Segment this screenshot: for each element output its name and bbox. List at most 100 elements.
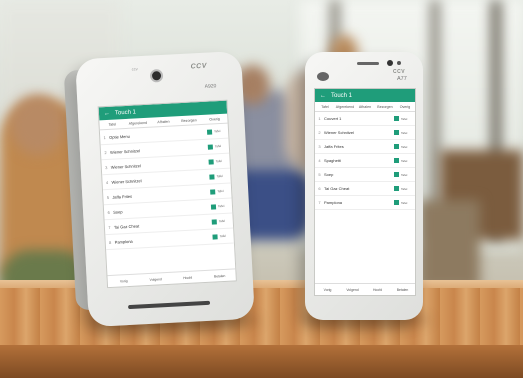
sensor-dot [397,61,401,65]
checkbox-icon[interactable] [206,128,213,135]
checkbox-icon[interactable] [209,173,215,180]
row-item-name: Optie Menu [109,133,130,140]
tab-tafel[interactable]: Tafel [315,105,335,109]
row-item-name: Spaghetti [324,158,341,163]
checkbox-icon[interactable] [394,158,399,163]
camera-lens [387,60,393,66]
row-tag: Tafel [217,188,224,194]
prev-button[interactable]: Vorig [108,278,140,284]
brand-logo: CCV [190,62,208,71]
order-row[interactable]: 4 Spaghetti Tafel [315,154,415,168]
row-item-name: Tai Gaz Cheat [113,222,140,230]
row-item-name: Tai Gaz Cheat [324,186,350,191]
order-row[interactable]: 1 Couvert 1 Tafel [315,112,415,126]
back-arrow-icon[interactable]: ← [104,110,110,116]
tab-bar: Tafel Afgerekend Afhalen Bezorgen Overig [315,102,415,112]
app-bar: ← Touch 1 [315,89,415,102]
row-number: 1 [318,116,321,121]
order-row[interactable]: 7 Pamplona Tafel [315,196,415,210]
row-item-name: Wiener Schnitzel [111,177,142,185]
row-tag: Tafel [401,172,408,177]
tab-overig[interactable]: Overig [395,105,415,109]
row-number: 7 [108,224,111,230]
background-chair [420,200,480,290]
checkbox-icon[interactable] [210,188,216,195]
cafe-scene: ccv CCV A920 ← Touch 1 Tafel Afgerekend … [0,0,523,378]
pay-button[interactable]: Betalen [390,288,415,292]
model-label: A920 [204,83,217,90]
checkbox-icon[interactable] [207,143,213,150]
prev-button[interactable]: Vorig [315,288,340,292]
bottom-bar: Vorig Volgend Hoofd Betalen [107,268,236,288]
tab-afhalen[interactable]: Afhalen [355,105,375,109]
row-tag: Tafel [217,203,225,209]
row-tag: Tafel [218,218,226,224]
row-tag: Tafel [215,158,223,164]
row-item-name: Jaffa Frites [112,193,133,200]
checkbox-icon[interactable] [394,116,399,121]
order-row[interactable]: 3 Jaffa Frites Tafel [315,140,415,154]
row-number: 7 [318,200,321,205]
tab-afgerekend[interactable]: Afgerekend [335,105,355,109]
row-item-name: Wiener Schnitzel [110,162,141,170]
tab-afhalen[interactable]: Afhalen [151,119,177,124]
row-item-name: Pamplona [324,200,343,205]
checkbox-icon[interactable] [208,158,214,165]
order-row[interactable]: 5 Soep Tafel [315,168,415,182]
row-tag: Tafel [401,116,408,121]
terminal-screen: ← Touch 1 Tafel Afgerekend Afhalen Bezor… [314,88,416,296]
logo-icon [317,72,329,81]
row-tag: Tafel [213,129,221,134]
model-label: A77 [397,76,407,82]
row-number: 2 [104,149,107,155]
row-tag: Tafel [401,200,408,205]
speaker-grille [357,62,379,65]
row-item-name: Wiener Schnitzel [109,147,141,155]
receipt-slot [128,300,211,310]
back-arrow-icon[interactable]: ← [320,93,326,99]
row-number: 8 [108,239,112,245]
main-button[interactable]: Hoofd [365,288,390,292]
row-item-name: Soep [112,208,123,215]
checkbox-icon[interactable] [394,186,399,191]
checkbox-icon[interactable] [212,233,218,240]
tab-afgerekend[interactable]: Afgerekend [125,120,151,125]
order-row[interactable]: 2 Wiener Schnitzel Tafel [315,126,415,140]
row-tag: Tafel [219,233,226,239]
camera-lens [149,68,164,83]
tab-bezorgen[interactable]: Bezorgen [375,105,395,109]
pay-button[interactable]: Betalen [204,273,236,279]
main-button[interactable]: Hoofd [172,275,204,281]
checkbox-icon[interactable] [394,200,399,205]
checkbox-icon[interactable] [394,172,399,177]
row-tag: Tafel [401,158,408,163]
row-number: 1 [103,134,106,140]
row-number: 5 [318,172,321,177]
payment-terminal-left: ccv CCV A920 ← Touch 1 Tafel Afgerekend … [75,50,255,328]
tab-tafel[interactable]: Tafel [99,122,125,127]
bottom-bar: Vorig Volgend Hoofd Betalen [315,283,415,295]
checkbox-icon[interactable] [211,218,217,225]
next-button[interactable]: Volgend [140,276,172,282]
row-number: 6 [107,209,110,215]
row-number: 3 [318,144,321,149]
row-tag: Tafel [401,186,408,191]
row-item-name: Soep [324,172,334,177]
order-row[interactable]: 6 Tai Gaz Cheat Tafel [315,182,415,196]
row-number: 3 [105,164,108,170]
brand-logo: CCV [393,69,406,75]
checkbox-icon[interactable] [394,144,399,149]
app-title: Touch 1 [331,92,353,99]
row-number: 2 [318,130,321,135]
row-item-name: Couvert 1 [324,116,342,121]
checkbox-icon[interactable] [394,130,399,135]
checkbox-icon[interactable] [210,203,217,210]
row-tag: Tafel [401,130,408,135]
tab-bezorgen[interactable]: Bezorgen [176,117,202,123]
row-number: 6 [318,186,321,191]
row-item-name: Wiener Schnitzel [324,130,355,135]
row-tag: Tafel [214,144,222,149]
tab-overig[interactable]: Overig [202,116,228,122]
row-tag: Tafel [216,173,223,179]
next-button[interactable]: Volgend [340,288,365,292]
